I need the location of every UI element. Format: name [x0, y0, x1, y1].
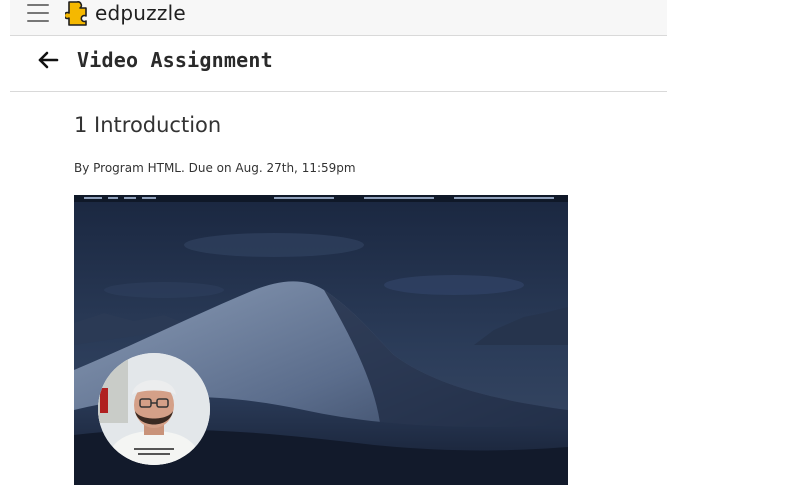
video-player[interactable]	[74, 195, 568, 485]
assignment-content: 1 Introduction By Program HTML. Due on A…	[74, 110, 634, 485]
page-title: Video Assignment	[77, 48, 273, 72]
back-arrow-icon[interactable]	[37, 49, 59, 71]
edpuzzle-puzzle-logo-icon	[65, 1, 87, 26]
lesson-title: 1 Introduction	[74, 113, 222, 137]
hamburger-menu-icon[interactable]	[27, 2, 49, 22]
app-window: edpuzzle Video Assignment 1 Introduction…	[10, 0, 667, 485]
presenter-webcam-icon	[98, 353, 210, 465]
assignment-header: Video Assignment	[10, 36, 667, 92]
edpuzzle-logo[interactable]: edpuzzle	[65, 0, 186, 28]
top-navbar: edpuzzle	[10, 0, 667, 36]
assignment-meta: By Program HTML. Due on Aug. 27th, 11:59…	[74, 161, 356, 175]
logo-text: edpuzzle	[95, 1, 186, 25]
